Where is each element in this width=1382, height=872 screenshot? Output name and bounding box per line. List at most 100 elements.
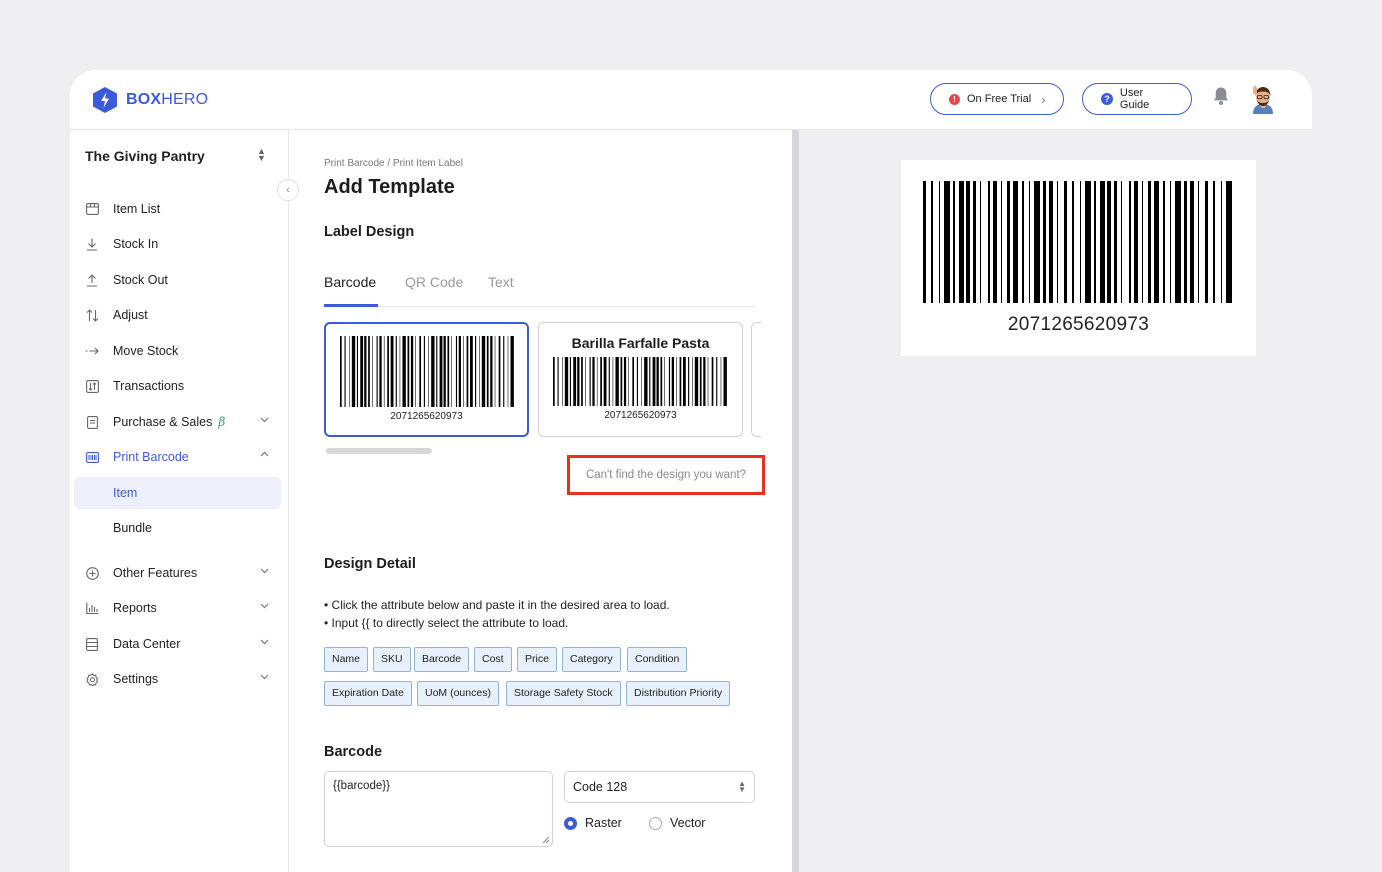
beta-badge: β — [218, 415, 226, 429]
chevron-down-icon — [260, 639, 269, 645]
brand-name: BOXHERO — [126, 91, 209, 108]
barcode-section-heading: Barcode — [324, 744, 383, 760]
sidebar-item-label: Reports — [113, 601, 157, 615]
product-name: Barilla Farfalle Pasta — [571, 335, 710, 351]
chevron-down-icon — [260, 417, 269, 423]
attribute-chip-storage-safety-stock[interactable]: Storage Safety Stock — [506, 681, 621, 706]
design-tabs: Barcode QR Code Text — [324, 274, 755, 307]
sidebar-item-other-features[interactable]: Other Features — [74, 557, 281, 589]
sidebar-item-item-list[interactable]: Item List — [74, 193, 281, 225]
free-trial-label: On Free Trial — [967, 93, 1032, 105]
attribute-chip-expiration-date[interactable]: Expiration Date — [324, 681, 412, 706]
bar-chart-icon — [85, 601, 99, 615]
radio-raster[interactable]: Raster — [564, 816, 622, 830]
radio-label: Raster — [585, 816, 622, 830]
database-icon — [85, 637, 99, 651]
barcode-type-value: Code 128 — [573, 780, 628, 794]
sidebar-item-label: Adjust — [113, 308, 148, 322]
tab-text[interactable]: Text — [488, 274, 514, 307]
attribute-chip-barcode[interactable]: Barcode — [414, 647, 470, 672]
gear-icon — [85, 672, 99, 686]
attribute-chip-name[interactable]: Name — [324, 647, 369, 672]
attribute-chip-uom[interactable]: UoM (ounces) — [417, 681, 499, 706]
bell-icon[interactable] — [1212, 86, 1230, 106]
tab-qr-code[interactable]: QR Code — [405, 274, 463, 307]
attribute-chip-category[interactable]: Category — [562, 647, 621, 672]
sidebar-item-move-stock[interactable]: Move Stock — [74, 335, 281, 367]
radio-selected-icon — [564, 816, 577, 830]
barcode-number: 2071265620973 — [390, 411, 463, 422]
sidebar-item-reports[interactable]: Reports — [74, 592, 281, 624]
sidebar-item-stock-out[interactable]: Stock Out — [74, 264, 281, 296]
breadcrumb: Print Barcode / Print Item Label — [324, 158, 463, 169]
free-trial-button[interactable]: ! On Free Trial › — [930, 83, 1064, 115]
sidebar-item-label: Item List — [113, 202, 161, 216]
organization-switch-icon[interactable]: ▲ ▼ — [257, 147, 266, 163]
sidebar-item-transactions[interactable]: Transactions — [74, 370, 281, 402]
template-card-name-barcode[interactable]: Barilla Farfalle Pasta 2071265620973 — [538, 322, 743, 437]
sidebar-item-data-center[interactable]: Data Center — [74, 628, 281, 660]
sidebar-item-purchase-sales[interactable]: Purchase & Sales β — [74, 406, 281, 438]
resize-handle-icon[interactable] — [542, 836, 550, 844]
organization-name[interactable]: The Giving Pantry — [85, 148, 205, 164]
attribute-chip-sku[interactable]: SKU — [373, 647, 411, 672]
template-card-next[interactable] — [751, 322, 761, 437]
tab-barcode[interactable]: Barcode — [324, 274, 378, 307]
radio-unselected-icon — [649, 816, 662, 830]
chevron-down-icon — [260, 568, 269, 574]
alert-icon: ! — [949, 93, 960, 105]
top-bar: BOXHERO ! On Free Trial › ? User Guide — [70, 70, 1312, 130]
barcode-icon — [85, 450, 99, 464]
radio-label: Vector — [670, 816, 706, 830]
arrow-up-icon — [85, 273, 99, 287]
transactions-icon — [85, 379, 99, 393]
chevron-down-icon — [260, 603, 269, 609]
attribute-chip-distribution-priority[interactable]: Distribution Priority — [626, 681, 731, 706]
sidebar-item-label: Data Center — [113, 637, 181, 651]
sidebar-item-label: Stock Out — [113, 273, 168, 287]
cant-find-design-link[interactable]: Can't find the design you want? — [567, 455, 765, 495]
boxhero-logo[interactable]: BOXHERO — [92, 85, 208, 115]
sidebar-item-label: Print Barcode — [113, 450, 189, 464]
attribute-chip-cost[interactable]: Cost — [474, 647, 512, 672]
design-detail-heading: Design Detail — [324, 556, 416, 572]
chevron-down-icon — [260, 674, 269, 680]
label-design-heading: Label Design — [324, 224, 415, 240]
sidebar-subitem-bundle[interactable]: Bundle — [74, 512, 281, 544]
sidebar-item-stock-in[interactable]: Stock In — [74, 228, 281, 260]
sidebar-item-adjust[interactable]: Adjust — [74, 299, 281, 331]
attribute-chip-price[interactable]: Price — [517, 647, 557, 672]
adjust-arrows-icon — [85, 308, 99, 322]
move-arrow-icon — [85, 344, 99, 358]
sidebar-item-label: Move Stock — [113, 344, 179, 358]
main-content: Print Barcode / Print Item Label Add Tem… — [289, 130, 793, 872]
sidebar-item-label: Purchase & Sales — [113, 415, 213, 429]
chevron-up-icon — [260, 451, 269, 457]
sidebar-item-print-barcode[interactable]: Print Barcode — [74, 441, 281, 473]
barcode-value-input[interactable]: {{barcode}} — [324, 771, 553, 847]
sidebar-collapse-button[interactable]: ‹ — [277, 179, 299, 201]
barcode-image — [340, 336, 514, 407]
sidebar-subitem-item[interactable]: Item — [74, 477, 281, 509]
radio-vector[interactable]: Vector — [649, 816, 705, 830]
design-instructions: • Click the attribute below and paste it… — [324, 596, 670, 632]
page-title: Add Template — [324, 176, 455, 198]
instruction-line: • Input {{ to directly select the attrib… — [324, 616, 569, 630]
sidebar-item-settings[interactable]: Settings — [74, 663, 281, 695]
label-preview: 2071265620973 — [901, 160, 1256, 356]
label-preview-pane: 2071265620973 — [799, 130, 1312, 872]
sidebar-item-label: Stock In — [113, 237, 159, 251]
template-scrollbar[interactable] — [326, 448, 432, 454]
barcode-image — [923, 181, 1232, 303]
user-guide-label: User Guide — [1119, 87, 1150, 111]
user-guide-button[interactable]: ? User Guide — [1082, 83, 1192, 115]
instruction-line: • Click the attribute below and paste it… — [324, 598, 670, 612]
attribute-chip-condition[interactable]: Condition — [627, 647, 688, 672]
avatar[interactable] — [1250, 84, 1276, 114]
template-card-barcode-only[interactable]: 2071265620973 — [324, 322, 529, 437]
content-scrollbar[interactable] — [792, 130, 799, 872]
boxhero-logo-icon — [93, 87, 117, 113]
barcode-type-select[interactable]: Code 128 ▲ ▼ — [564, 771, 755, 803]
box-icon — [85, 202, 99, 216]
chevron-right-icon: › — [1041, 91, 1046, 107]
